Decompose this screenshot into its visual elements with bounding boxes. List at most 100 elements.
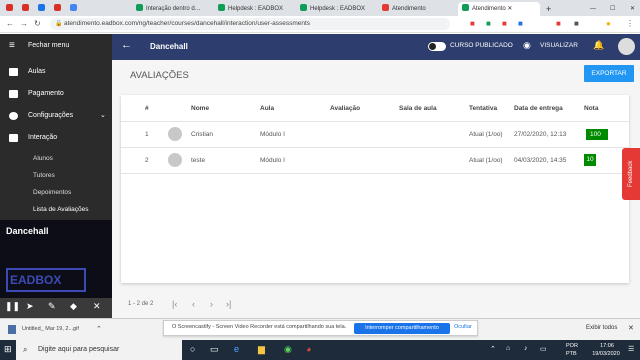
- sidebar-item-aulas[interactable]: Aulas: [0, 62, 112, 82]
- show-all-button[interactable]: Exibir todos: [586, 325, 617, 331]
- close-icon[interactable]: ✕: [628, 324, 634, 332]
- browser-tab[interactable]: [2, 2, 16, 16]
- maximize-window-button[interactable]: ☐: [606, 2, 616, 16]
- sidebar-subitem-alunos[interactable]: Alunos: [0, 150, 112, 167]
- cursor-icon[interactable]: ➤: [26, 301, 34, 312]
- browser-tab[interactable]: [18, 2, 32, 16]
- sidebar-item-pagamento[interactable]: Pagamento: [0, 84, 112, 104]
- tab-label: Helpdesk : EADBOX: [310, 6, 366, 12]
- sidebar-subitem-tutores[interactable]: Tutores: [0, 167, 112, 184]
- folder-icon[interactable]: ▆: [258, 344, 265, 355]
- browser-tab[interactable]: [50, 2, 64, 16]
- app-icon[interactable]: ◉: [284, 344, 292, 355]
- back-arrow-icon[interactable]: ←: [6, 18, 14, 30]
- avatar[interactable]: [618, 38, 635, 55]
- table-row[interactable]: 1 Cristian Módulo I Atual (1/oo) 27/02/2…: [121, 122, 629, 147]
- page-title: AVALIAÇÕES: [130, 70, 189, 81]
- pagination: 1 - 2 de 2 |‹ ‹ › ›|: [112, 298, 640, 314]
- notifications-icon[interactable]: ☰: [628, 345, 634, 353]
- battery-icon[interactable]: ▭: [540, 345, 547, 353]
- student-name: teste: [191, 157, 206, 164]
- eraser-icon[interactable]: ◆: [70, 301, 77, 312]
- extension-icon[interactable]: ■: [502, 18, 507, 30]
- sidebar-subitem-lista-avaliacoes[interactable]: Lista de Avaliações: [0, 201, 112, 218]
- download-item[interactable]: Untitled_ Mar 19, 2...gif ⌃: [0, 319, 108, 339]
- minimize-window-button[interactable]: —: [586, 2, 596, 16]
- keyboard-indicator[interactable]: PTB: [566, 351, 577, 357]
- delivery-date: 04/03/2020, 14:35: [514, 157, 567, 164]
- task-view-icon[interactable]: ▭: [210, 344, 219, 355]
- extension-icon[interactable]: ■: [518, 18, 523, 30]
- clock-date[interactable]: 19/03/2020: [586, 351, 626, 357]
- sidebar-subitem-label: Lista de Avaliações: [33, 206, 89, 213]
- column-header: Nome: [191, 105, 210, 112]
- extension-icon[interactable]: ■: [574, 18, 579, 30]
- browser-menu-icon[interactable]: ⋮: [626, 18, 634, 30]
- course-title: Dancehall: [150, 42, 188, 51]
- reload-icon[interactable]: ↻: [34, 18, 41, 30]
- browser-tab[interactable]: Interação dentro d…: [132, 2, 210, 16]
- new-tab-button[interactable]: +: [542, 2, 552, 16]
- feedback-tab[interactable]: Feedback: [622, 148, 640, 200]
- task-view-icon[interactable]: ○: [190, 344, 195, 354]
- pause-icon[interactable]: ❚❚: [5, 301, 20, 312]
- hide-button[interactable]: Ocultar: [454, 324, 472, 330]
- attempt: Atual (1/oo): [469, 157, 503, 164]
- first-page-icon[interactable]: |‹: [172, 299, 177, 309]
- chevron-up-icon[interactable]: ⌃: [96, 325, 102, 333]
- tab-label: Atendimento: [472, 6, 506, 12]
- back-arrow-icon[interactable]: ←: [121, 39, 132, 51]
- divider: [121, 173, 629, 174]
- pen-icon[interactable]: ✎: [48, 301, 56, 312]
- next-page-icon[interactable]: ›: [210, 299, 213, 309]
- book-icon: [9, 68, 18, 76]
- extension-icon[interactable]: ■: [486, 18, 491, 30]
- extension-icon[interactable]: ■: [556, 18, 561, 30]
- browser-tab[interactable]: Atendimento: [378, 2, 454, 16]
- volume-icon[interactable]: ♪: [524, 345, 528, 352]
- credit-card-icon: [9, 90, 18, 98]
- sidebar-item-label: Aulas: [28, 68, 46, 75]
- extension-icon[interactable]: ■: [470, 18, 475, 30]
- sidebar-subitem-depoimentos[interactable]: Depoimentos: [0, 184, 112, 201]
- toggle-knob: [429, 43, 436, 50]
- close-window-button[interactable]: ✕: [626, 2, 636, 16]
- file-icon: [8, 325, 16, 334]
- stop-sharing-button[interactable]: Interromper compartilhamento: [354, 323, 450, 334]
- last-page-icon[interactable]: ›|: [226, 299, 231, 309]
- table-row[interactable]: 2 teste Módulo I Atual (1/oo) 04/03/2020…: [121, 148, 629, 173]
- browser-tab[interactable]: [66, 2, 80, 16]
- view-button[interactable]: VISUALIZAR: [540, 42, 578, 49]
- browser-tab[interactable]: Helpdesk : EADBOX: [296, 2, 374, 16]
- tab-favicon-icon: [300, 4, 307, 11]
- sidebar-subitem-label: Alunos: [33, 155, 53, 162]
- tab-favicon-icon: [38, 4, 45, 11]
- browser-tab-active[interactable]: Atendimento ✕: [458, 2, 540, 16]
- clock-time[interactable]: 17:06: [592, 343, 622, 349]
- network-icon[interactable]: ⌂: [506, 345, 510, 352]
- taskbar-search-input[interactable]: ⌕ Digite aqui para pesquisar: [16, 340, 182, 360]
- system-tray-icon[interactable]: ⌃: [490, 345, 496, 353]
- export-button[interactable]: EXPORTAR: [584, 65, 634, 82]
- logo-text: EADBOX: [10, 273, 62, 287]
- bell-icon[interactable]: 🔔: [593, 40, 604, 51]
- close-icon[interactable]: ✕: [93, 301, 101, 312]
- profile-avatar-icon[interactable]: ●: [606, 18, 611, 30]
- edge-icon[interactable]: e: [234, 344, 239, 354]
- sidebar-subitem-label: Depoimentos: [33, 189, 72, 196]
- sidebar-item-configuracoes[interactable]: Configurações ⌄: [0, 106, 112, 126]
- close-menu-button[interactable]: ≡ Fechar menu: [0, 36, 112, 56]
- windows-start-icon[interactable]: ⊞: [4, 344, 12, 355]
- forward-arrow-icon[interactable]: →: [20, 18, 28, 30]
- language-indicator[interactable]: POR: [566, 343, 578, 349]
- eye-icon[interactable]: ◉: [523, 40, 531, 51]
- chrome-icon[interactable]: ◕: [306, 344, 311, 354]
- lesson-name: Módulo I: [260, 131, 285, 138]
- grade-badge: 10: [584, 154, 596, 166]
- browser-tab[interactable]: [34, 2, 48, 16]
- sidebar-item-interacao[interactable]: Interação: [0, 128, 112, 148]
- prev-page-icon[interactable]: ‹: [192, 299, 195, 309]
- publish-toggle[interactable]: [428, 42, 446, 51]
- address-bar[interactable]: 🔒 atendimento.eadbox.com/ng/teacher/cour…: [50, 18, 450, 30]
- browser-tab[interactable]: Helpdesk : EADBOX: [214, 2, 292, 16]
